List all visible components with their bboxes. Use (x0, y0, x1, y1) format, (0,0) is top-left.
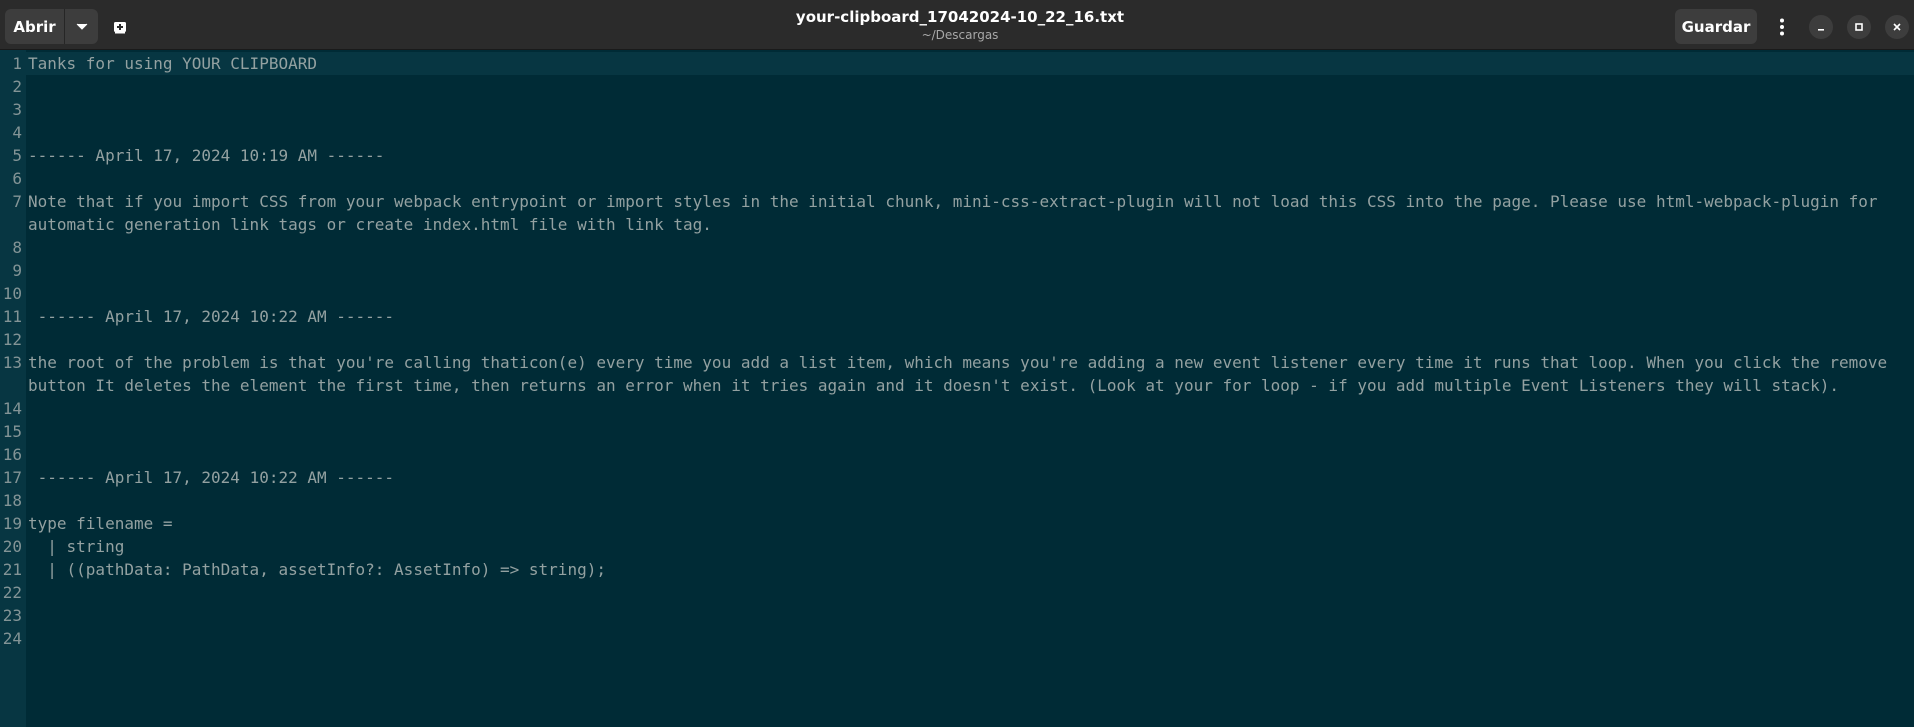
line-number: 3 (12, 100, 22, 119)
title-area: your-clipboard_17042024-10_22_16.txt ~/D… (700, 7, 1220, 43)
open-dropdown-button[interactable] (65, 9, 98, 44)
line-number: 2 (12, 77, 22, 96)
line-text[interactable] (24, 581, 1914, 604)
editor-line[interactable]: 15 (0, 420, 1914, 443)
line-text[interactable] (24, 259, 1914, 282)
line-number: 21 (2, 560, 22, 579)
editor-line[interactable]: 3 (0, 98, 1914, 121)
editor-line[interactable]: 24 (0, 627, 1914, 650)
editor-line[interactable]: 16 (0, 443, 1914, 466)
line-number: 16 (2, 445, 22, 464)
line-text[interactable] (24, 328, 1914, 351)
line-text[interactable]: | ((pathData: PathData, assetInfo?: Asse… (24, 558, 1914, 581)
editor-line[interactable]: 1 Tanks for using YOUR CLIPBOARD (0, 52, 1914, 75)
line-text[interactable] (24, 167, 1914, 190)
close-icon (1893, 23, 1901, 31)
line-number: 17 (2, 468, 22, 487)
editor-line[interactable]: 18 (0, 489, 1914, 512)
line-text[interactable] (24, 397, 1914, 420)
line-text[interactable] (24, 604, 1914, 627)
editor-line[interactable]: 10 (0, 282, 1914, 305)
editor-line[interactable]: 17 ------ April 17, 2024 10:22 AM ------ (0, 466, 1914, 489)
line-number: 5 (12, 146, 22, 165)
line-text[interactable]: type filename = (24, 512, 1914, 535)
editor-line[interactable]: 14 (0, 397, 1914, 420)
line-text[interactable] (24, 98, 1914, 121)
editor-line[interactable]: 11 ------ April 17, 2024 10:22 AM ------ (0, 305, 1914, 328)
editor-line[interactable]: 4 (0, 121, 1914, 144)
editor-lines[interactable]: 1 Tanks for using YOUR CLIPBOARD 2 3 4 5 -----… (0, 52, 1914, 650)
line-text[interactable] (24, 627, 1914, 650)
editor-line[interactable]: 6 (0, 167, 1914, 190)
line-text[interactable]: Note that if you import CSS from your we… (24, 190, 1914, 236)
minimize-icon (1818, 29, 1824, 31)
editor-line[interactable]: 20 | string (0, 535, 1914, 558)
line-number: 18 (2, 491, 22, 510)
line-text[interactable] (24, 75, 1914, 98)
line-number: 10 (2, 284, 22, 303)
line-number: 23 (2, 606, 22, 625)
line-number: 11 (2, 307, 22, 326)
line-text[interactable] (24, 236, 1914, 259)
open-button[interactable]: Abrir (5, 9, 64, 44)
save-button[interactable]: Guardar (1675, 9, 1757, 44)
line-number: 15 (2, 422, 22, 441)
line-number: 9 (12, 261, 22, 280)
editor-line[interactable]: 2 (0, 75, 1914, 98)
line-text[interactable]: the root of the problem is that you're c… (24, 351, 1914, 397)
line-number: 1 (12, 54, 22, 73)
editor-line[interactable]: 9 (0, 259, 1914, 282)
editor-line[interactable]: 5 ------ April 17, 2024 10:19 AM ------ (0, 144, 1914, 167)
line-number: 14 (2, 399, 22, 418)
main-menu-button[interactable] (1768, 12, 1796, 42)
minimize-button[interactable] (1809, 15, 1833, 39)
text-editor[interactable]: 1 Tanks for using YOUR CLIPBOARD 2 3 4 5 -----… (0, 50, 1914, 727)
editor-line[interactable]: 7 Note that if you import CSS from your w… (0, 190, 1914, 236)
new-document-button[interactable] (108, 9, 132, 44)
maximize-icon (1855, 23, 1863, 31)
close-button[interactable] (1885, 15, 1909, 39)
line-number: 24 (2, 629, 22, 648)
line-number: 22 (2, 583, 22, 602)
line-text[interactable]: | string (24, 535, 1914, 558)
line-number: 13 (2, 353, 22, 372)
line-text[interactable] (24, 443, 1914, 466)
new-document-icon (114, 21, 126, 33)
editor-line[interactable]: 21 | ((pathData: PathData, assetInfo?: A… (0, 558, 1914, 581)
line-text[interactable]: ------ April 17, 2024 10:19 AM ------ (24, 144, 1914, 167)
window-subtitle: ~/Descargas (921, 28, 999, 42)
editor-line[interactable]: 23 (0, 604, 1914, 627)
line-text[interactable] (24, 420, 1914, 443)
editor-line[interactable]: 8 (0, 236, 1914, 259)
line-text[interactable] (24, 121, 1914, 144)
editor-line[interactable]: 19 type filename = (0, 512, 1914, 535)
maximize-button[interactable] (1847, 15, 1871, 39)
line-text[interactable]: Tanks for using YOUR CLIPBOARD (24, 52, 1914, 75)
line-number: 8 (12, 238, 22, 257)
kebab-menu-icon (1780, 18, 1784, 36)
line-text[interactable] (24, 489, 1914, 512)
line-text[interactable]: ------ April 17, 2024 10:22 AM ------ (24, 305, 1914, 328)
line-number: 19 (2, 514, 22, 533)
header-bar: Abrir your-clipboard_17042024-10_22_16.t… (0, 0, 1914, 50)
line-text[interactable]: ------ April 17, 2024 10:22 AM ------ (24, 466, 1914, 489)
editor-line[interactable]: 13 the root of the problem is that you're… (0, 351, 1914, 397)
line-number: 6 (12, 169, 22, 188)
open-button-group: Abrir (5, 9, 98, 44)
editor-line[interactable]: 12 (0, 328, 1914, 351)
editor-line[interactable]: 22 (0, 581, 1914, 604)
window-title: your-clipboard_17042024-10_22_16.txt (795, 8, 1125, 26)
line-number: 7 (12, 192, 22, 211)
line-number: 20 (2, 537, 22, 556)
line-number: 4 (12, 123, 22, 142)
line-text[interactable] (24, 282, 1914, 305)
line-number: 12 (2, 330, 22, 349)
chevron-down-icon (76, 23, 87, 30)
